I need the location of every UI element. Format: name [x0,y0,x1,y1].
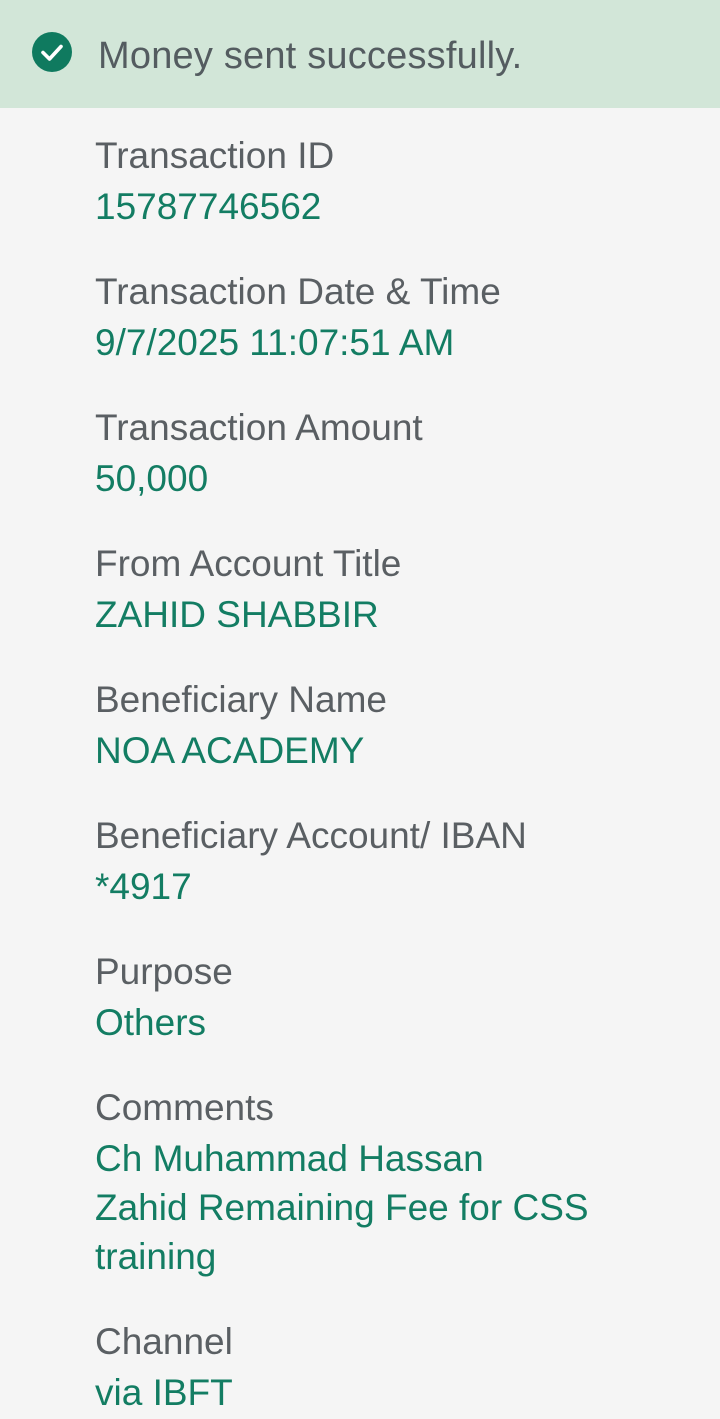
transaction-amount-value: 50,000 [95,458,209,499]
beneficiary-name-value: NOA ACADEMY [95,730,365,771]
beneficiary-name-label: Beneficiary Name [95,679,388,720]
transaction-date-time-value: 9/7/2025 11:07:51 AM [95,322,455,363]
transaction-id-value: 15787746562 [95,186,322,227]
beneficiary-account-field: Beneficiary Account/ IBAN *4917 [95,810,695,911]
beneficiary-account-value: *4917 [95,866,192,907]
channel-field: Channel via IBFT [95,1316,695,1417]
comments-label: Comments [95,1087,274,1128]
beneficiary-account-label: Beneficiary Account/ IBAN [95,815,527,856]
transaction-id-field: Transaction ID 15787746562 [95,130,695,231]
check-circle-icon [32,32,72,72]
purpose-field: Purpose Others [95,946,695,1047]
purpose-value: Others [95,1002,207,1043]
channel-label: Channel [95,1321,233,1362]
from-account-title-field: From Account Title ZAHID SHABBIR [95,538,695,639]
transaction-date-time-field: Transaction Date & Time 9/7/2025 11:07:5… [95,266,695,367]
transaction-date-time-label: Transaction Date & Time [95,271,501,312]
purpose-label: Purpose [95,951,233,992]
success-message: Money sent successfully. [98,35,523,77]
channel-value: via IBFT [95,1372,233,1413]
success-banner: Money sent successfully. [0,0,720,108]
transaction-amount-field: Transaction Amount 50,000 [95,402,695,503]
comments-value: Ch Muhammad Hassan Zahid Remaining Fee f… [95,1138,589,1277]
transaction-id-label: Transaction ID [95,135,335,176]
from-account-title-value: ZAHID SHABBIR [95,594,379,635]
beneficiary-name-field: Beneficiary Name NOA ACADEMY [95,674,695,775]
from-account-title-label: From Account Title [95,543,402,584]
comments-field: Comments Ch Muhammad Hassan Zahid Remain… [95,1082,695,1281]
transaction-amount-label: Transaction Amount [95,407,423,448]
